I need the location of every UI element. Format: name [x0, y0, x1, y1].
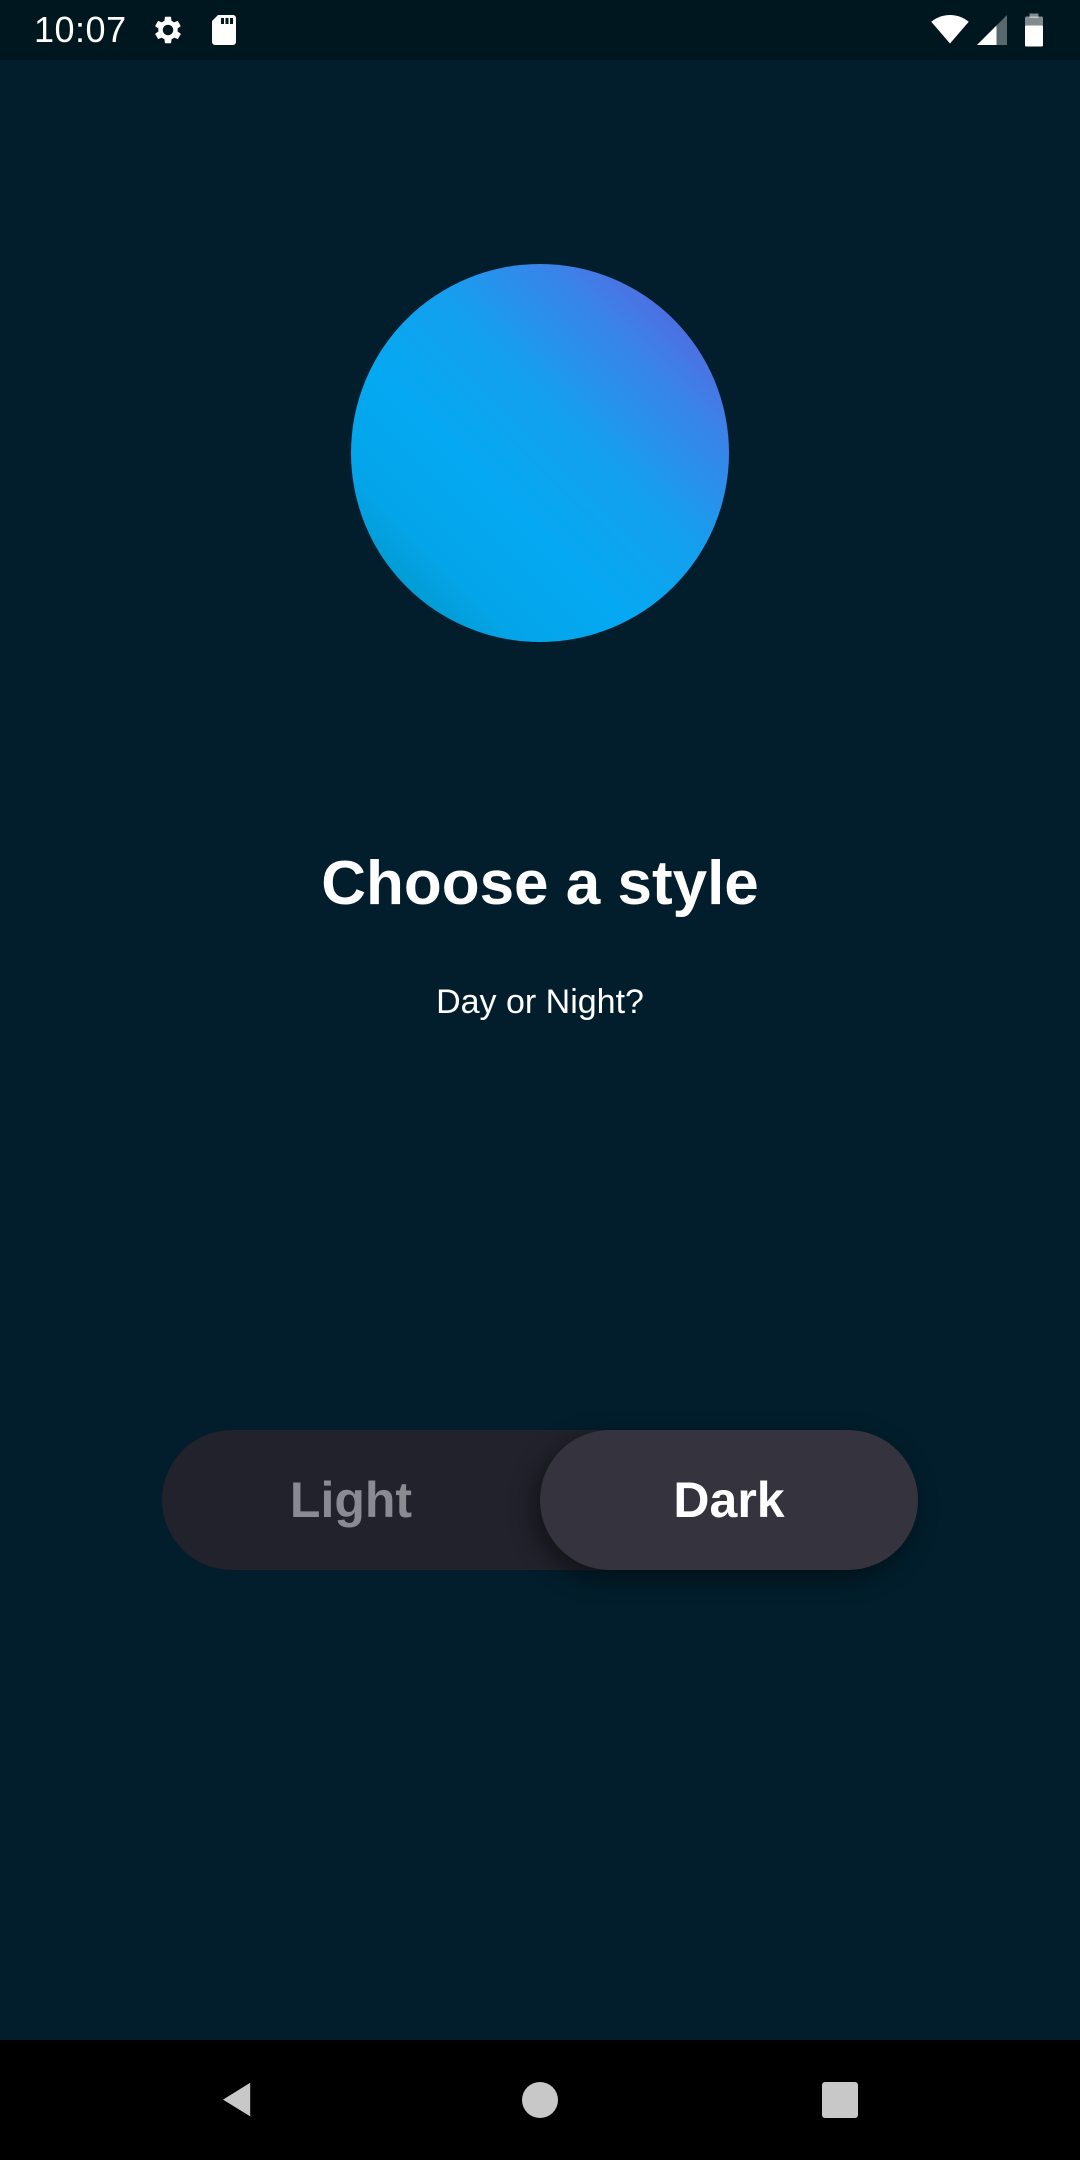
settings-icon	[150, 12, 186, 48]
status-bar: 10:07	[0, 0, 1080, 60]
sd-card-icon	[206, 12, 242, 48]
back-icon[interactable]	[207, 2070, 267, 2130]
cell-signal-icon	[974, 12, 1010, 48]
recents-icon[interactable]	[810, 2070, 870, 2130]
page-subtitle: Day or Night?	[436, 983, 644, 1021]
gradient-orb-illustration	[351, 264, 729, 642]
theme-toggle[interactable]: Light Dark	[162, 1430, 918, 1570]
home-icon[interactable]	[510, 2070, 570, 2130]
wifi-icon	[930, 12, 970, 48]
theme-option-light[interactable]: Light	[162, 1430, 540, 1570]
status-time: 10:07	[34, 9, 127, 50]
system-nav-bar	[0, 2040, 1080, 2160]
theme-option-dark-label: Dark	[673, 1472, 785, 1528]
battery-icon	[1020, 12, 1048, 48]
theme-option-dark[interactable]: Dark	[540, 1430, 918, 1570]
theme-option-light-label: Light	[289, 1472, 413, 1528]
page-title: Choose a style	[321, 849, 759, 918]
screen: 10:07 Choose a style Day or Night? Light…	[0, 0, 1080, 2160]
